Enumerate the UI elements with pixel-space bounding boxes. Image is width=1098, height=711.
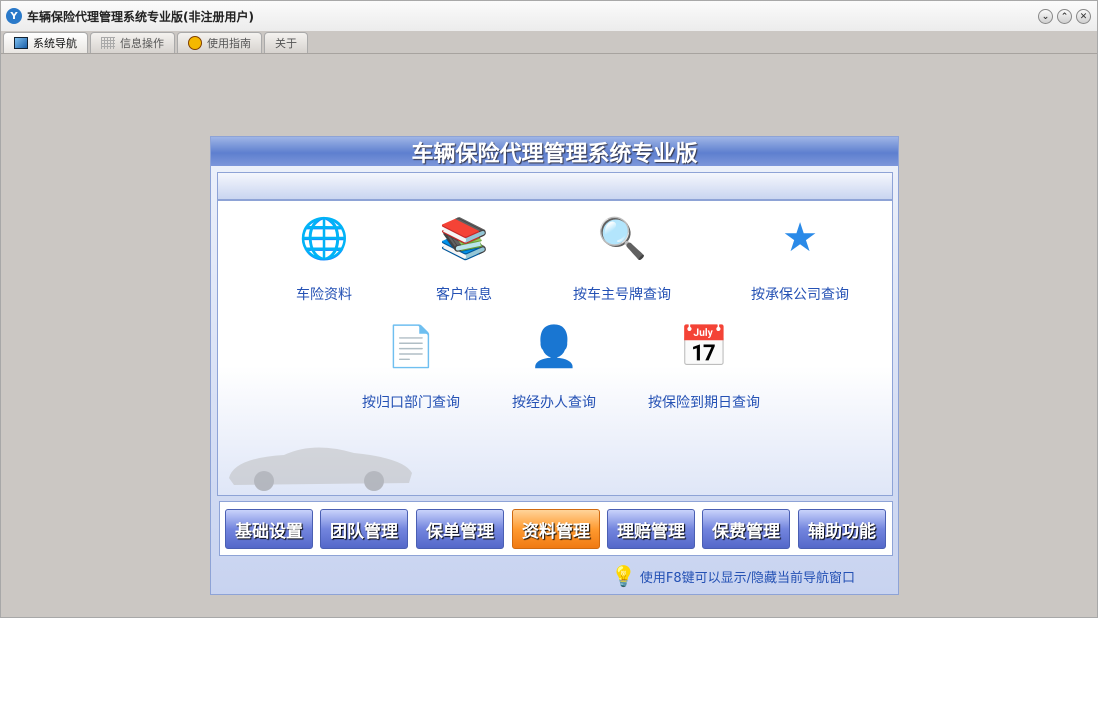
minimize-button[interactable]: ⌄	[1038, 9, 1053, 24]
item-query-by-handler[interactable]: 👤 按经办人查询	[512, 318, 596, 412]
item-query-by-expiry[interactable]: 📅 按保险到期日查询	[648, 318, 760, 412]
close-button[interactable]: ✕	[1076, 9, 1091, 24]
sub-header	[218, 173, 892, 201]
team-management-button[interactable]: 团队管理	[320, 509, 408, 549]
car-image	[229, 447, 412, 491]
basic-settings-button[interactable]: 基础设置	[225, 509, 313, 549]
premium-management-button[interactable]: 保费管理	[702, 509, 790, 549]
app-logo-icon: Y	[6, 8, 22, 24]
item-customer-info[interactable]: 📚 客户信息	[436, 210, 492, 304]
globe-car-icon: 🌐	[299, 215, 349, 262]
grid-icon	[101, 37, 115, 49]
panel-title: 车辆保险代理管理系统专业版	[211, 137, 898, 167]
item-query-by-insurer[interactable]: ★ 按承保公司查询	[751, 210, 849, 304]
tab-guide[interactable]: 使用指南	[177, 32, 262, 53]
module-buttons: 基础设置 团队管理 保单管理 资料管理 理赔管理 保费管理 辅助功能	[219, 501, 893, 556]
books-box-icon: 📚	[439, 215, 489, 262]
maximize-button[interactable]: ⌃	[1057, 9, 1072, 24]
main-window: Y 车辆保险代理管理系统专业版(非注册用户) ⌄ ⌃ ✕ 系统导航 信息操作 使…	[0, 0, 1098, 618]
calendar-icon: 📅	[679, 323, 729, 370]
title-bar: Y 车辆保险代理管理系统专业版(非注册用户) ⌄ ⌃ ✕	[1, 1, 1097, 31]
claims-management-button[interactable]: 理赔管理	[607, 509, 695, 549]
navigation-panel: 车辆保险代理管理系统专业版 🌐 车险资料 📚 客户信息 🔍 按车主号牌查询 ★ 按承保公…	[210, 136, 899, 595]
tab-system-nav[interactable]: 系统导航	[3, 32, 88, 53]
document-search-icon: 📄	[386, 323, 436, 370]
function-area: 🌐 车险资料 📚 客户信息 🔍 按车主号牌查询 ★ 按承保公司查询 📄 按归口部门查询 👤…	[217, 172, 893, 496]
tab-about[interactable]: 关于	[264, 32, 308, 53]
tip: 💡 使用F8键可以显示/隐藏当前导航窗口	[611, 564, 856, 588]
help-icon	[188, 36, 202, 50]
lightbulb-icon: 💡	[611, 564, 636, 588]
policy-management-button[interactable]: 保单管理	[416, 509, 504, 549]
monitor-icon	[14, 37, 28, 49]
item-query-by-department[interactable]: 📄 按归口部门查询	[362, 318, 460, 412]
tab-info-ops[interactable]: 信息操作	[90, 32, 175, 53]
data-management-button[interactable]: 资料管理	[512, 509, 600, 549]
item-car-insurance-data[interactable]: 🌐 车险资料	[296, 210, 352, 304]
person-icon: 👤	[529, 323, 579, 370]
magnifier-icon: 🔍	[597, 215, 647, 262]
item-query-by-plate[interactable]: 🔍 按车主号牌查询	[573, 210, 671, 304]
window-title: 车辆保险代理管理系统专业版(非注册用户)	[27, 9, 254, 24]
star-icon: ★	[782, 215, 818, 261]
auxiliary-functions-button[interactable]: 辅助功能	[798, 509, 886, 549]
